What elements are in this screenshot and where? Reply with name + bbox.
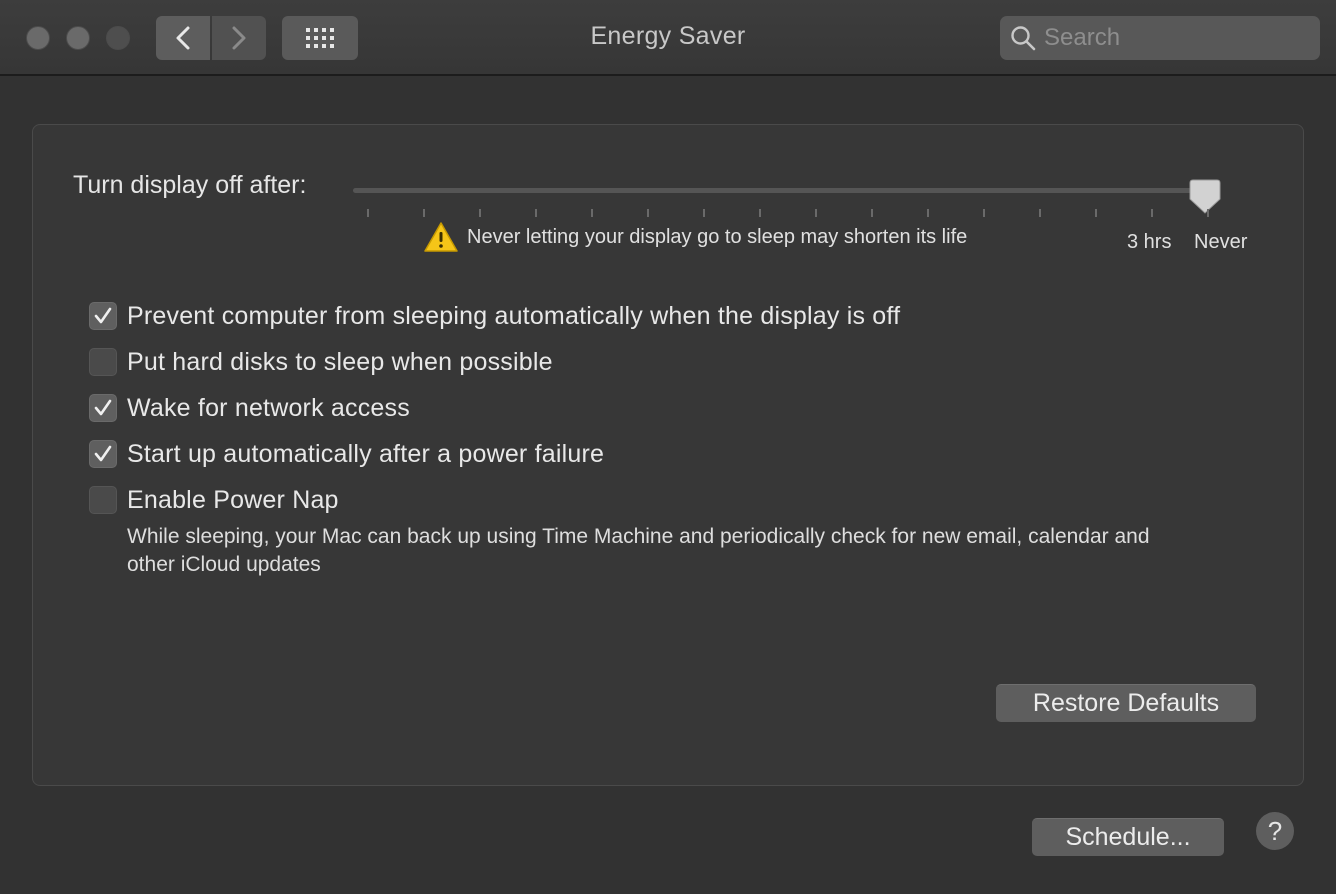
- search-input[interactable]: [1044, 24, 1304, 52]
- slider-tick: [703, 209, 705, 217]
- slider-tick: [927, 209, 929, 217]
- option-power-nap[interactable]: Enable Power Nap: [89, 477, 1269, 523]
- wake-network-checkbox[interactable]: [89, 394, 117, 422]
- help-button[interactable]: ?: [1256, 812, 1294, 850]
- power-nap-description: While sleeping, your Mac can back up usi…: [127, 525, 1150, 576]
- display-sleep-warning: Never letting your display go to sleep m…: [423, 221, 967, 253]
- power-nap-label: Enable Power Nap: [127, 485, 339, 514]
- option-wake-network[interactable]: Wake for network access: [89, 385, 1269, 431]
- slider-tick: [1039, 209, 1041, 217]
- warning-icon: [423, 221, 459, 253]
- search-icon: [1010, 25, 1036, 51]
- prevent-sleep-checkbox[interactable]: [89, 302, 117, 330]
- slider-tick: [815, 209, 817, 217]
- disk-sleep-label: Put hard disks to sleep when possible: [127, 347, 553, 376]
- slider-tick: [1151, 209, 1153, 217]
- tick-label-3hrs: 3 hrs: [1127, 231, 1172, 253]
- slider-tick: [1207, 209, 1209, 217]
- checkmark-icon: [94, 307, 112, 324]
- power-failure-startup-checkbox[interactable]: [89, 440, 117, 468]
- power-nap-checkbox[interactable]: [89, 486, 117, 514]
- slider-tick: [1095, 209, 1097, 217]
- display-sleep-label: Turn display off after:: [73, 171, 307, 199]
- slider-tick: [983, 209, 985, 217]
- disk-sleep-checkbox[interactable]: [89, 348, 117, 376]
- settings-panel: Turn display off after: Never letting yo…: [32, 124, 1304, 786]
- slider-tick: [591, 209, 593, 217]
- slider-tick: [647, 209, 649, 217]
- warning-text: Never letting your display go to sleep m…: [467, 225, 968, 248]
- title-bar: Energy Saver: [0, 0, 1336, 76]
- option-disk-sleep[interactable]: Put hard disks to sleep when possible: [89, 339, 1269, 385]
- checkmark-icon: [94, 445, 112, 462]
- wake-network-label: Wake for network access: [127, 393, 410, 422]
- prevent-sleep-label: Prevent computer from sleeping automatic…: [127, 301, 901, 330]
- tick-label-never: Never: [1194, 231, 1248, 253]
- search-field[interactable]: [1000, 16, 1320, 60]
- restore-defaults-button[interactable]: Restore Defaults: [996, 684, 1256, 722]
- slider-tick: [535, 209, 537, 217]
- option-prevent-sleep[interactable]: Prevent computer from sleeping automatic…: [89, 293, 1269, 339]
- display-sleep-slider-thumb[interactable]: [1189, 179, 1221, 215]
- option-power-failure-startup[interactable]: Start up automatically after a power fai…: [89, 431, 1269, 477]
- slider-tick: [871, 209, 873, 217]
- display-sleep-slider-track[interactable]: [353, 188, 1209, 193]
- slider-tick: [367, 209, 369, 217]
- checkmark-icon: [94, 399, 112, 416]
- power-failure-startup-label: Start up automatically after a power fai…: [127, 439, 605, 468]
- slider-tick: [479, 209, 481, 217]
- options-list: Prevent computer from sleeping automatic…: [89, 293, 1269, 579]
- slider-tick: [759, 209, 761, 217]
- slider-tick: [423, 209, 425, 217]
- schedule-button[interactable]: Schedule...: [1032, 818, 1224, 856]
